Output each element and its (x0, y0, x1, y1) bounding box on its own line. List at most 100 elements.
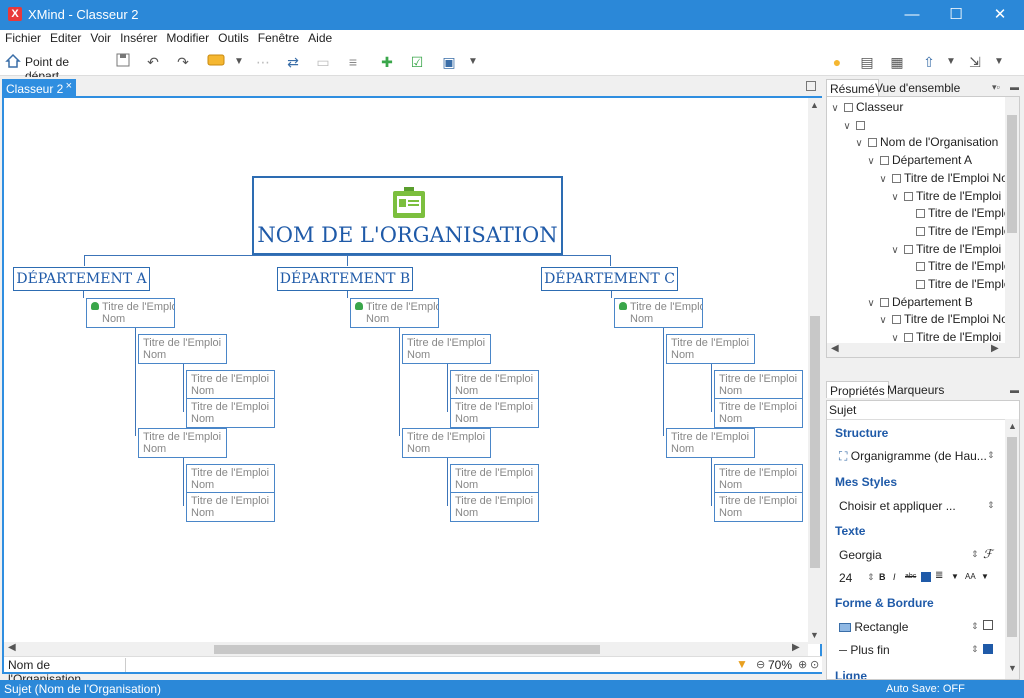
tab-resume[interactable]: Résumé (826, 79, 879, 96)
tree-item[interactable]: ∨ Nom de l'Organisation (853, 134, 998, 151)
tree-expand-icon[interactable]: ∨ (889, 189, 901, 206)
tree-item[interactable]: ∨ Département A (865, 152, 972, 169)
job-topic[interactable]: Titre de l'Emploi Nom (186, 492, 275, 522)
tree-item[interactable]: ∨ Titre de l'Emploi No (877, 170, 1008, 187)
task-icon[interactable]: ☑ (408, 53, 426, 71)
menu-inserer[interactable]: Insérer (115, 30, 161, 45)
tree-item[interactable]: Titre de l'Emplo (901, 276, 1011, 293)
job-topic[interactable]: Titre de l'Emploi Nom (402, 334, 491, 364)
scroll-up-icon[interactable]: ▲ (810, 100, 819, 110)
structure-select[interactable]: ⛶ Organigramme (de Hau... (839, 449, 987, 464)
department-c-topic[interactable]: DÉPARTEMENT C (541, 267, 678, 291)
job-topic[interactable]: Titre de l'Emploi Nom (186, 370, 275, 400)
image-icon[interactable]: ▣ (440, 53, 458, 71)
shape-select[interactable]: Rectangle (839, 620, 908, 634)
tab-marqueurs[interactable]: Marqueurs (884, 381, 947, 398)
tree-item[interactable]: ∨ Titre de l'Emploi No (877, 311, 1008, 328)
font-effect-icon[interactable]: ℱ (983, 547, 992, 561)
italic-icon[interactable]: I (893, 572, 896, 582)
job-topic[interactable]: Titre de l'Emploi Nom (402, 428, 491, 458)
close-button[interactable]: ✕ (978, 3, 1022, 27)
layout-icon[interactable]: ▦ (888, 53, 906, 71)
scroll-left-icon[interactable]: ◀ (8, 642, 16, 653)
job-topic[interactable]: Titre de l'Emploi Nom (86, 298, 175, 328)
topic-name-field[interactable]: Nom de l'Organisation (8, 658, 126, 686)
tree-scroll-left-icon[interactable]: ◀ (831, 343, 839, 354)
styles-select[interactable]: Choisir et appliquer ... (839, 499, 956, 513)
horizontal-scroll-thumb[interactable] (214, 645, 600, 654)
menu-outils[interactable]: Outils (213, 30, 253, 45)
job-topic[interactable]: Titre de l'Emploi Nom (450, 370, 539, 400)
tree-item[interactable]: Titre de l'Emplo (901, 223, 1011, 240)
maximize-editor-icon[interactable] (806, 81, 816, 91)
menu-aide[interactable]: Aide (303, 30, 336, 45)
menu-voir[interactable]: Voir (85, 30, 115, 45)
tree-item[interactable]: Titre de l'Emplo (901, 205, 1011, 222)
font-stepper-icon[interactable]: ⇕ (971, 549, 979, 560)
save-icon[interactable] (114, 53, 132, 71)
fill-color-swatch[interactable] (983, 620, 993, 630)
tab-close-icon[interactable]: × (66, 80, 72, 92)
tree-expand-icon[interactable]: ∨ (877, 312, 889, 329)
tree-expand-icon[interactable]: ∨ (841, 118, 853, 135)
minimize-button[interactable]: — (890, 3, 934, 27)
font-size-select[interactable]: 24 (839, 571, 852, 585)
tree-expand-icon[interactable]: ∨ (865, 153, 877, 170)
job-topic[interactable]: Titre de l'Emploi Nom (138, 428, 227, 458)
topic-dropdown-icon[interactable]: ▼ (232, 53, 246, 71)
menu-editer[interactable]: Editer (45, 30, 85, 45)
panel-menu-icon[interactable]: ▾▫ (992, 82, 1000, 93)
zoom-fit-icon[interactable]: ⊙ (810, 658, 819, 671)
editor-vertical-scrollbar[interactable]: ▲ ▼ (808, 98, 822, 644)
job-topic[interactable]: Titre de l'Emploi Nom (450, 492, 539, 522)
presentation-icon[interactable]: ▤ (858, 53, 876, 71)
job-topic[interactable]: Titre de l'Emploi Nom (666, 428, 755, 458)
lightbulb-icon[interactable]: ● (828, 53, 846, 71)
font-size-stepper-icon[interactable]: ⇕ (867, 572, 875, 583)
share-icon[interactable]: ⇧ (920, 53, 938, 71)
tree-scroll-right-icon[interactable]: ▶ (991, 343, 999, 354)
font-select[interactable]: Georgia (839, 548, 882, 562)
job-topic[interactable]: Titre de l'Emploi Nom (666, 334, 755, 364)
bold-icon[interactable]: B (879, 572, 886, 582)
zoom-in-icon[interactable]: ⊕ (798, 658, 807, 671)
job-topic[interactable]: Titre de l'Emploi Nom (350, 298, 439, 328)
tree-item[interactable]: Titre de l'Emplo (901, 258, 1011, 275)
text-case-icon[interactable]: AA (965, 572, 976, 581)
undo-icon[interactable]: ↶ (144, 53, 162, 71)
styles-stepper-icon[interactable]: ⇕ (987, 500, 995, 511)
note-icon[interactable]: ✚ (378, 53, 396, 71)
tree-expand-icon[interactable]: ∨ (853, 135, 865, 152)
panel-minimize-icon[interactable]: ▬ (1010, 82, 1019, 92)
menu-modifier[interactable]: Modifier (161, 30, 213, 45)
tree-expand-icon[interactable]: ∨ (889, 242, 901, 259)
tree-vertical-scrollbar[interactable] (1005, 97, 1019, 357)
export-dropdown-icon[interactable]: ▼ (992, 53, 1006, 71)
job-topic[interactable]: Titre de l'Emploi Nom (714, 464, 803, 494)
border-color-swatch[interactable] (983, 644, 993, 654)
tree-item[interactable]: ∨ Titre de l'Emploi N (889, 188, 1013, 205)
structure-stepper-icon[interactable]: ⇕ (987, 450, 995, 461)
maximize-button[interactable]: ☐ (934, 3, 978, 27)
boundary-icon[interactable]: ▭ (314, 53, 332, 71)
tree-expand-icon[interactable]: ∨ (829, 100, 841, 117)
tab-vue-ensemble[interactable]: Vue d'ensemble (872, 79, 963, 96)
scroll-down-icon[interactable]: ▼ (810, 630, 819, 640)
menu-fenetre[interactable]: Fenêtre (253, 30, 303, 45)
filter-icon[interactable]: ▼ (736, 657, 748, 671)
job-topic[interactable]: Titre de l'Emploi Nom (714, 398, 803, 428)
job-topic[interactable]: Titre de l'Emploi Nom (450, 464, 539, 494)
tree-horizontal-scrollbar[interactable]: ◀ ▶ (827, 343, 1005, 357)
editor-tab[interactable]: Classeur 2 × (2, 79, 76, 97)
redo-icon[interactable]: ↷ (174, 53, 192, 71)
tree-expand-icon[interactable]: ∨ (877, 171, 889, 188)
home-button[interactable]: Point de départ (5, 53, 105, 83)
tree-item[interactable]: ∨ Département B (865, 294, 972, 312)
menu-fichier[interactable]: Fichier (0, 30, 45, 45)
tree-expand-icon[interactable]: ∨ (865, 295, 877, 312)
job-topic[interactable]: Titre de l'Emploi Nom (614, 298, 703, 328)
editor-horizontal-scrollbar[interactable]: ◀ ▶ (4, 642, 808, 656)
department-b-topic[interactable]: DÉPARTEMENT B (277, 267, 413, 291)
tree-item[interactable]: ∨ (841, 117, 868, 134)
tree-item[interactable]: ∨ Titre de l'Emploi N (889, 241, 1013, 258)
